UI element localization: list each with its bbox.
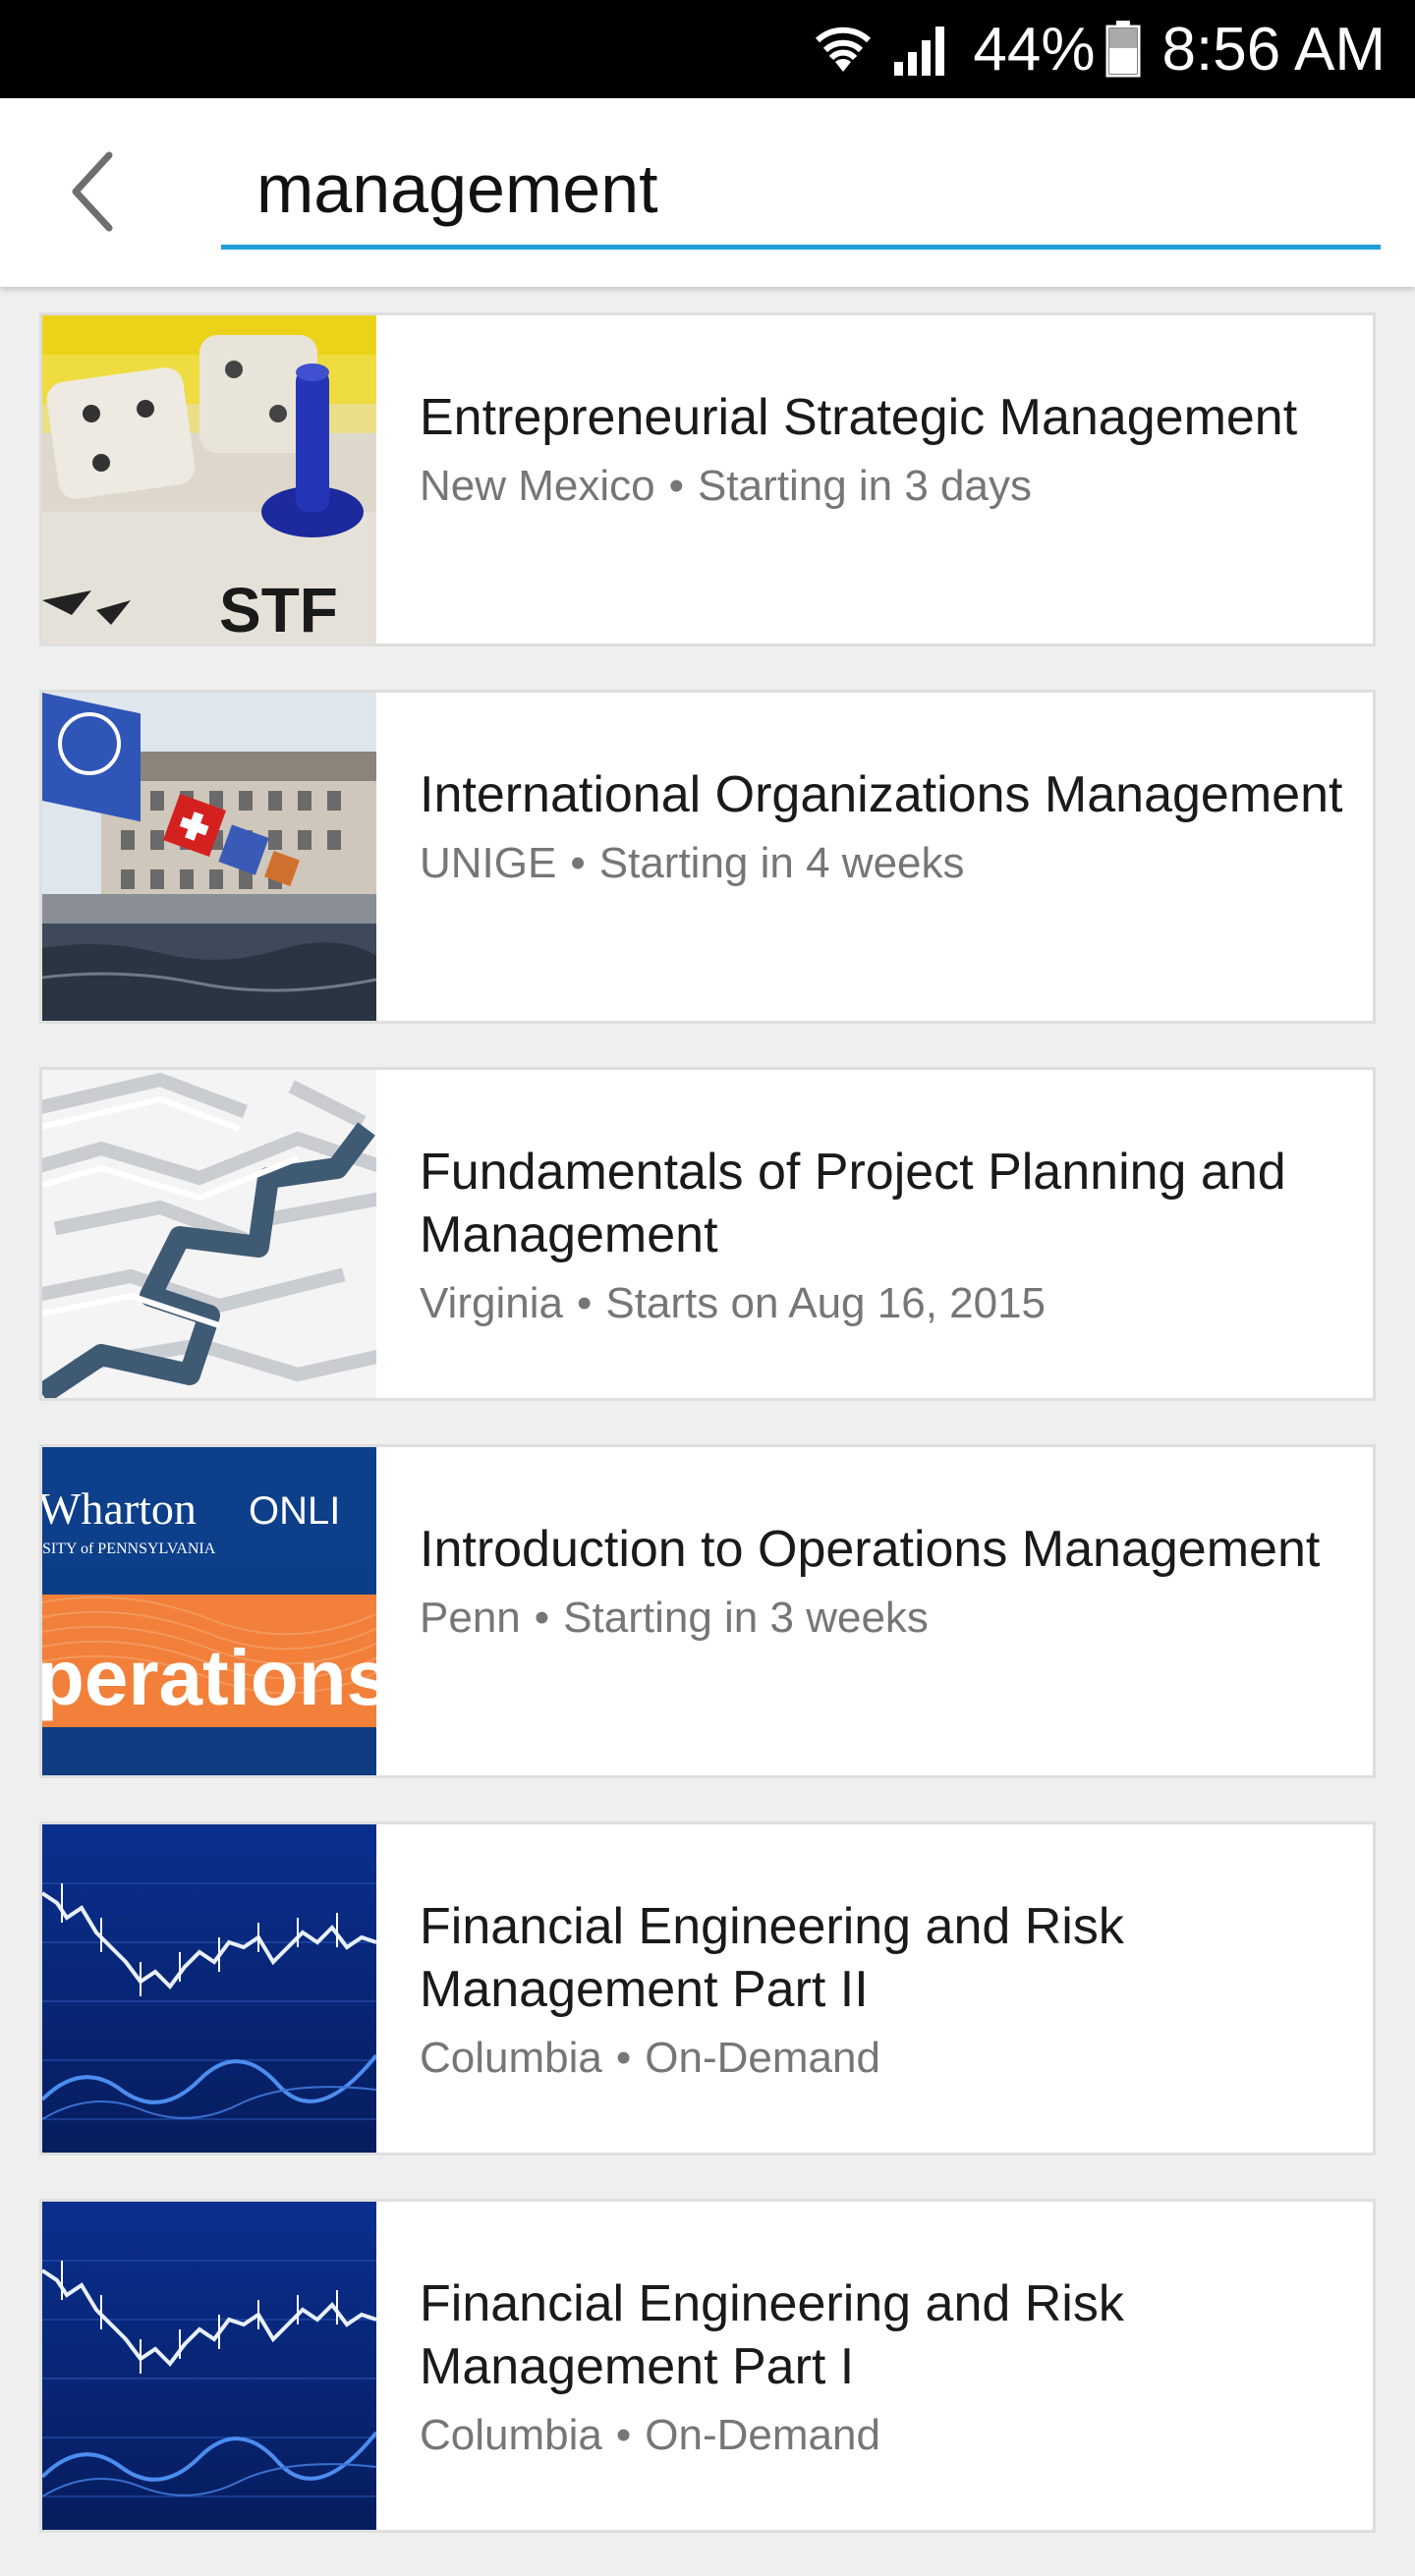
- svg-text:STF: STF: [219, 575, 338, 644]
- battery-text: 44%: [973, 15, 1096, 84]
- course-title: Financial Engineering and Risk Managemen…: [420, 1898, 1124, 2018]
- course-meta: Penn • Starting in 3 weeks: [420, 1587, 1343, 1650]
- signal-icon: [894, 23, 951, 76]
- university-logo-text: SITY of PENNSYLVANIA: [42, 1540, 216, 1557]
- course-provider: Columbia: [420, 2034, 602, 2082]
- course-thumbnail: [42, 1070, 376, 1398]
- course-schedule: Starting in 3 weeks: [563, 1594, 929, 1642]
- search-app-bar: [0, 98, 1415, 287]
- course-thumbnail: [42, 2202, 376, 2530]
- back-button[interactable]: [39, 138, 147, 246]
- course-title: Financial Engineering and Risk Managemen…: [420, 2275, 1124, 2395]
- course-thumbnail: Wharton ONLI SITY of PENNSYLVANIA perati…: [42, 1447, 376, 1775]
- separator-dot: •: [615, 2411, 632, 2459]
- separator-dot: •: [615, 2034, 632, 2082]
- course-provider: Columbia: [420, 2411, 602, 2459]
- wifi-icon: [814, 21, 873, 78]
- course-card[interactable]: International Organizations Management U…: [39, 690, 1376, 1024]
- course-schedule: Starting in 4 weeks: [598, 839, 965, 887]
- separator-dot: •: [570, 839, 586, 887]
- course-meta: Columbia • On-Demand: [420, 2404, 1343, 2467]
- course-thumbnail: [42, 693, 376, 1021]
- search-input[interactable]: [221, 132, 1381, 250]
- results-list: STF Entrepreneurial Strategic Management…: [39, 312, 1376, 2576]
- course-title: Introduction to Operations Management: [420, 1521, 1321, 1578]
- back-arrow-icon: [72, 151, 113, 232]
- course-provider: Virginia: [420, 1279, 563, 1327]
- course-card[interactable]: STF Entrepreneurial Strategic Management…: [39, 312, 1376, 646]
- course-meta: Virginia • Starts on Aug 16, 2015: [420, 1272, 1343, 1335]
- separator-dot: •: [668, 462, 685, 510]
- course-schedule: On-Demand: [645, 2034, 880, 2082]
- course-thumbnail: [42, 1824, 376, 2153]
- clock: 8:56 AM: [1161, 15, 1386, 84]
- separator-dot: •: [576, 1279, 593, 1327]
- course-title: International Organizations Management: [420, 766, 1343, 823]
- wharton-logo-text: Wharton: [42, 1484, 197, 1534]
- course-provider: UNIGE: [420, 839, 557, 887]
- course-title: Fundamentals of Project Planning and Man…: [420, 1144, 1286, 1263]
- course-schedule: On-Demand: [645, 2411, 880, 2459]
- course-card[interactable]: Financial Engineering and Risk Managemen…: [39, 1821, 1376, 2156]
- course-schedule: Starting in 3 days: [698, 462, 1032, 510]
- course-schedule: Starts on Aug 16, 2015: [605, 1279, 1047, 1327]
- course-card[interactable]: Financial Engineering and Risk Managemen…: [39, 2199, 1376, 2533]
- battery-icon: [1105, 21, 1141, 78]
- separator-dot: •: [534, 1594, 550, 1642]
- course-meta: New Mexico • Starting in 3 days: [420, 455, 1343, 518]
- course-provider: Penn: [420, 1594, 521, 1642]
- course-card[interactable]: Fundamentals of Project Planning and Man…: [39, 1067, 1376, 1401]
- course-meta: Columbia • On-Demand: [420, 2027, 1343, 2090]
- course-meta: UNIGE • Starting in 4 weeks: [420, 832, 1343, 895]
- course-title: Entrepreneurial Strategic Management: [420, 389, 1298, 446]
- course-thumbnail: STF: [42, 315, 376, 644]
- online-logo-text: ONLI: [249, 1489, 340, 1533]
- status-bar: 44% 8:56 AM: [0, 0, 1415, 98]
- operations-image-text: perations: [42, 1634, 376, 1721]
- course-provider: New Mexico: [420, 462, 655, 510]
- course-card[interactable]: Wharton ONLI SITY of PENNSYLVANIA perati…: [39, 1444, 1376, 1778]
